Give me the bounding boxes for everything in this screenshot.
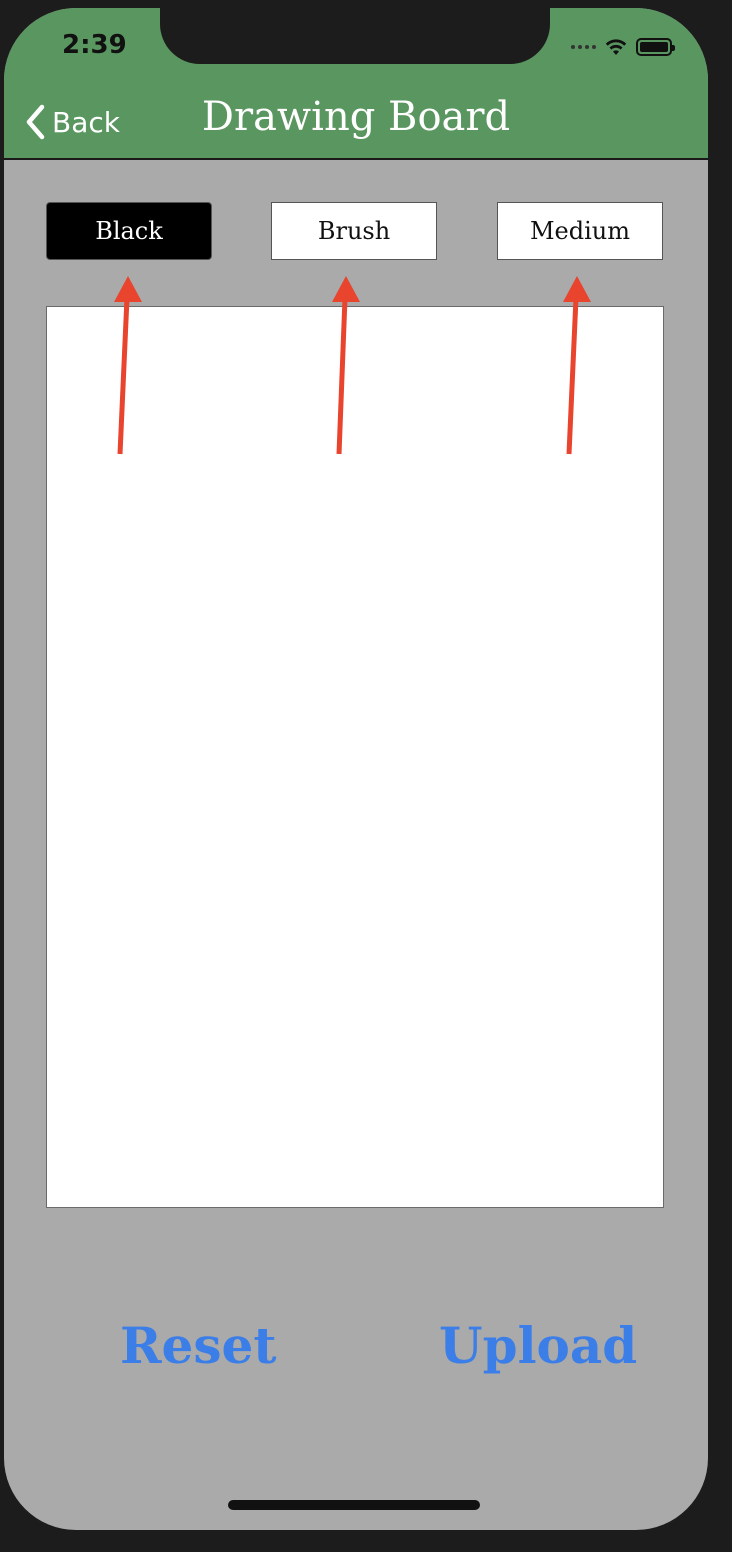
app-screen: 2:39 Back Drawing Board Black Brush Medi… [4,8,708,1530]
wifi-icon [605,39,627,55]
color-button-label: Black [95,217,163,245]
tool-button-label: Brush [317,217,391,245]
device-notch [160,8,550,64]
size-button[interactable]: Medium [497,202,663,260]
upload-button[interactable]: Upload [439,1316,637,1375]
signal-icon [571,45,596,49]
size-button-label: Medium [529,217,631,245]
status-icons [571,36,675,58]
drawing-canvas[interactable] [46,306,664,1208]
device-frame: 2:39 Back Drawing Board Black Brush Medi… [0,0,732,1552]
status-time: 2:39 [62,30,127,60]
page-title: Drawing Board [201,94,511,140]
home-indicator [228,1500,480,1510]
battery-icon [636,38,675,56]
reset-button[interactable]: Reset [120,1316,276,1375]
color-button[interactable]: Black [46,202,212,260]
tool-button[interactable]: Brush [271,202,437,260]
navigation-bar: 2:39 Back Drawing Board [4,8,708,160]
